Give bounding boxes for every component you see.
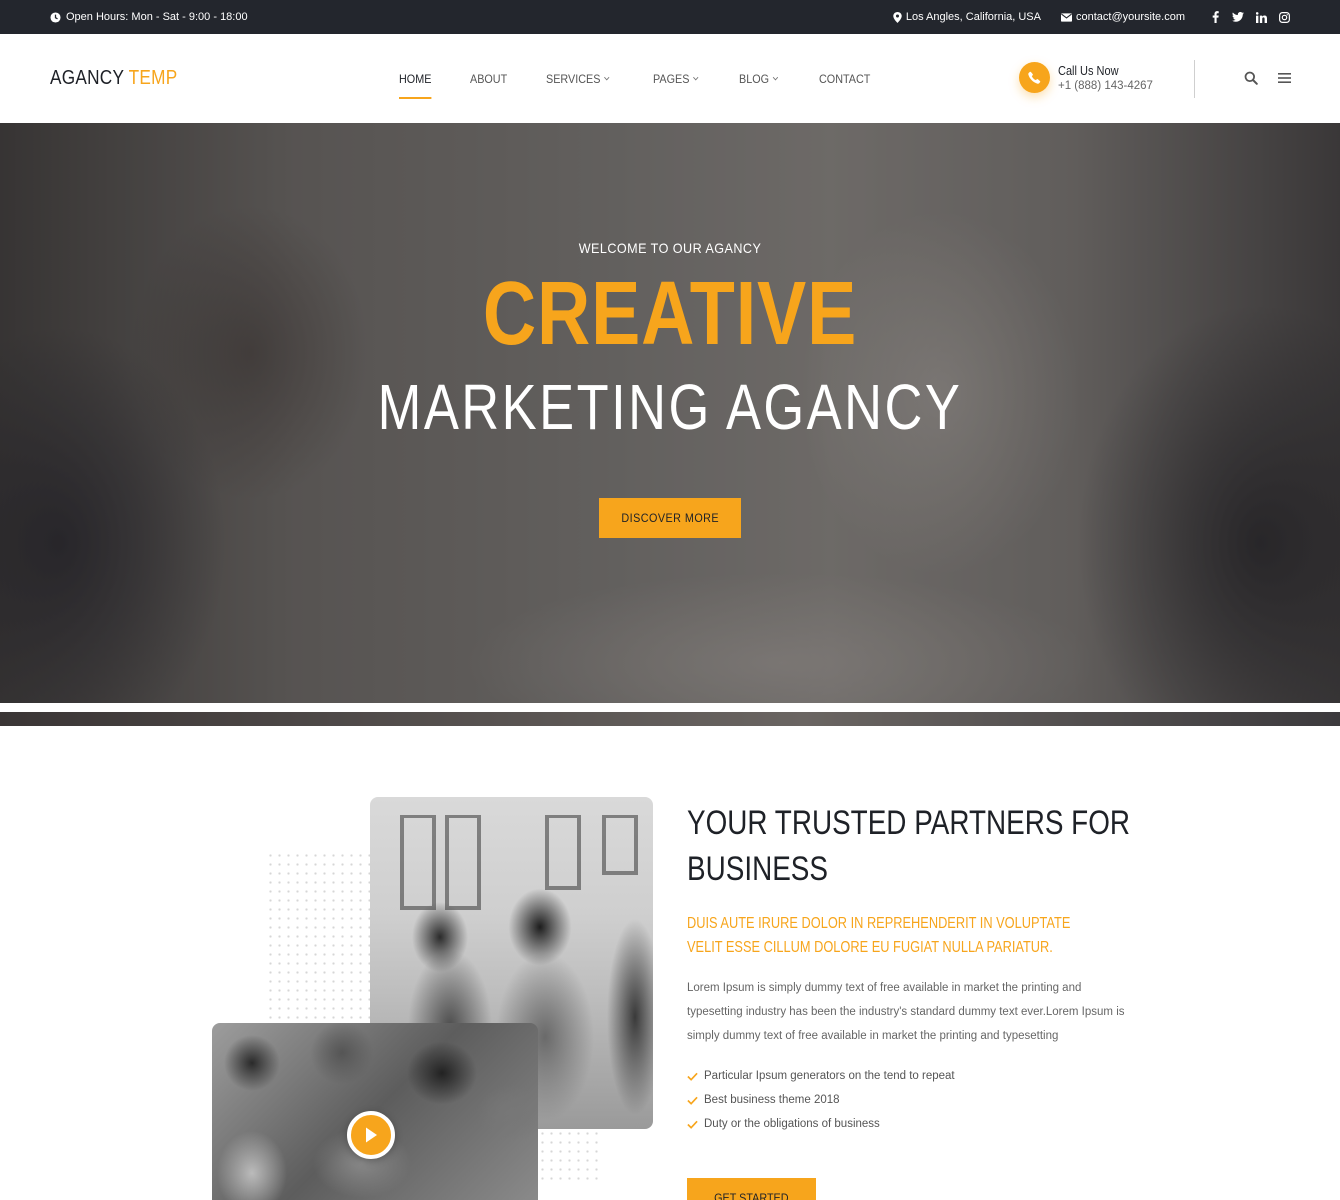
chevron-down-icon <box>773 76 779 81</box>
about-title: YOUR TRUSTED PARTNERS FOR BUSINESS <box>687 804 1131 888</box>
hero-section: WELCOME TO OUR AGANCY CREATIVE MARKETING… <box>0 123 1340 703</box>
window-frame <box>400 815 436 910</box>
call-label: Call Us Now <box>1058 63 1119 78</box>
linkedin-icon[interactable] <box>1255 11 1267 23</box>
play-icon <box>366 1127 377 1143</box>
get-started-button[interactable]: GET STARTED <box>687 1178 816 1200</box>
nav-blog[interactable]: BLOG <box>739 72 779 86</box>
about-content: YOUR TRUSTED PARTNERS FOR BUSINESS DUIS … <box>687 800 1137 1200</box>
nav-contact-label: CONTACT <box>818 71 871 86</box>
nav-contact[interactable]: CONTACT <box>819 72 870 86</box>
clock-icon <box>50 11 61 23</box>
window-frame <box>545 815 581 890</box>
hero-slide-preview <box>0 712 1340 726</box>
nav-services-label: SERVICES <box>546 71 601 86</box>
hero-title: CREATIVE <box>482 264 858 364</box>
nav-home-label: HOME <box>399 71 432 86</box>
email-link[interactable]: contact@yoursite.com <box>1061 11 1185 23</box>
logo-part-1: AGANCY <box>50 67 124 89</box>
window-frame <box>602 815 638 875</box>
chevron-down-icon <box>604 76 611 81</box>
search-icon[interactable] <box>1244 71 1258 85</box>
location: Los Angles, California, USA <box>893 11 1041 23</box>
dot-pattern <box>538 1129 602 1185</box>
facebook-icon[interactable] <box>1209 11 1221 23</box>
discover-more-label: DISCOVER MORE <box>621 511 719 525</box>
nav-home[interactable]: HOME <box>399 71 432 99</box>
open-hours-text: Open Hours: Mon - Sat - 9:00 - 18:00 <box>66 11 248 23</box>
location-text: Los Angles, California, USA <box>905 11 1041 23</box>
nav-about[interactable]: ABOUT <box>470 72 507 86</box>
instagram-icon[interactable] <box>1278 11 1290 23</box>
logo[interactable]: AGANCY TEMP <box>50 67 177 90</box>
top-bar: Open Hours: Mon - Sat - 9:00 - 18:00 Los… <box>0 0 1340 34</box>
logo-part-2: TEMP <box>128 67 178 89</box>
dot-pattern <box>266 851 374 1026</box>
call-number: +1 (888) 143-4267 <box>1058 79 1153 92</box>
header-divider <box>1194 60 1195 98</box>
nav-pages-label: PAGES <box>652 71 690 86</box>
check-icon <box>687 1072 698 1081</box>
about-text: Lorem Ipsum is simply dummy text of free… <box>687 982 1125 1042</box>
hero-subtitle: MARKETING AGANCY <box>377 371 963 443</box>
hero-welcome: WELCOME TO OUR AGANCY <box>578 240 762 256</box>
play-video-button[interactable] <box>347 1111 395 1159</box>
social-links <box>1209 11 1290 23</box>
chevron-down-icon <box>693 76 699 81</box>
site-header: AGANCY TEMP HOME ABOUT SERVICES PAGES BL… <box>0 34 1340 123</box>
phone-icon <box>1019 62 1050 93</box>
menu-icon[interactable] <box>1278 71 1292 85</box>
list-item: Particular Ipsum generators on the tend … <box>687 1064 955 1088</box>
nav-about-label: ABOUT <box>470 71 508 86</box>
check-icon <box>687 1120 698 1129</box>
list-item: Best business theme 2018 <box>687 1088 955 1112</box>
nav-blog-label: BLOG <box>739 71 770 86</box>
list-item-text: Best business theme 2018 <box>704 1094 840 1106</box>
open-hours: Open Hours: Mon - Sat - 9:00 - 18:00 <box>50 0 248 34</box>
map-pin-icon <box>893 11 902 23</box>
discover-more-button[interactable]: DISCOVER MORE <box>599 498 741 538</box>
about-subtitle: DUIS AUTE IRURE DOLOR IN REPREHENDERIT I… <box>687 915 1071 956</box>
list-item: Duty or the obligations of business <box>687 1112 955 1136</box>
feature-list: Particular Ipsum generators on the tend … <box>687 1064 955 1136</box>
nav-pages[interactable]: PAGES <box>653 72 699 86</box>
nav-services[interactable]: SERVICES <box>546 71 611 86</box>
envelope-icon <box>1061 12 1072 22</box>
get-started-label: GET STARTED <box>714 1191 789 1200</box>
list-item-text: Duty or the obligations of business <box>704 1118 880 1130</box>
check-icon <box>687 1096 698 1105</box>
call-us[interactable]: Call Us Now +1 (888) 143-4267 <box>1019 62 1153 93</box>
main-nav: HOME ABOUT SERVICES PAGES BLOG CONTACT <box>399 34 911 123</box>
email-text: contact@yoursite.com <box>1076 11 1185 23</box>
twitter-icon[interactable] <box>1232 11 1244 23</box>
window-frame <box>445 815 481 910</box>
list-item-text: Particular Ipsum generators on the tend … <box>704 1070 955 1082</box>
